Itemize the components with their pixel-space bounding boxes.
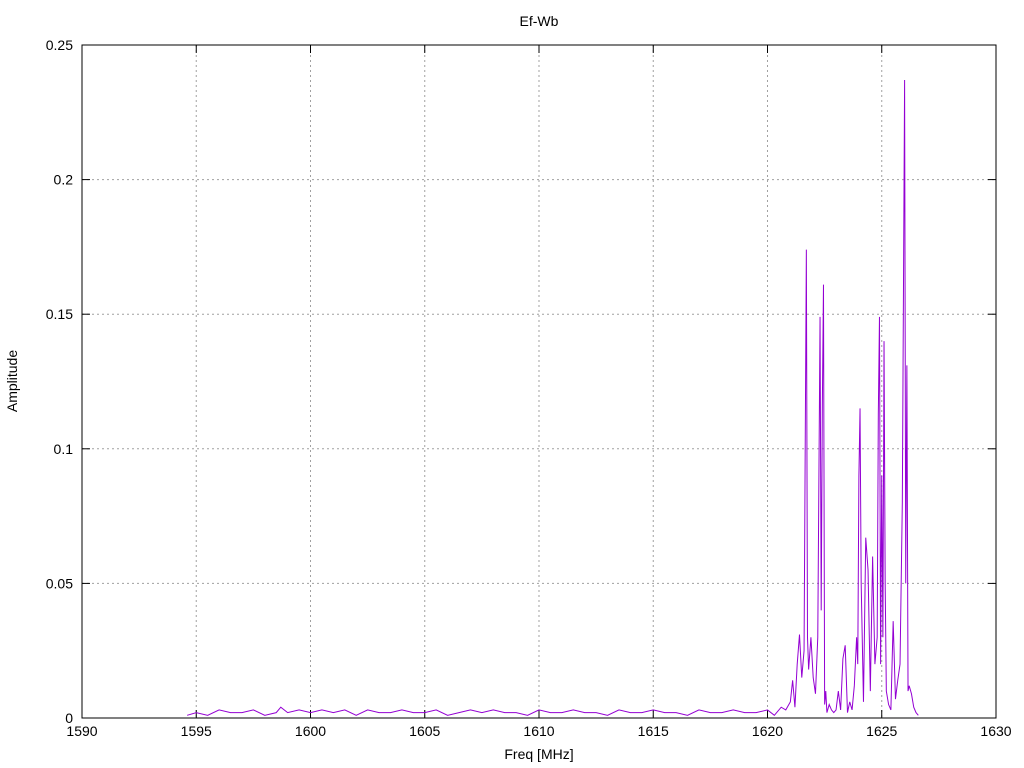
chart-container: Ef-Wb 1590 1595 1600 1605 1610 1615 1620 1625 16…	[0, 0, 1024, 768]
y-tick-label: 0.25	[46, 37, 73, 53]
grid-layer	[82, 45, 996, 718]
chart-title: Ef-Wb	[520, 13, 559, 29]
x-tick-label: 1620	[752, 723, 783, 739]
x-tick-label: 1595	[181, 723, 212, 739]
x-tick-label: 1600	[295, 723, 326, 739]
y-tick-label: 0.2	[54, 172, 74, 188]
y-tick-label: 0.05	[46, 575, 73, 591]
series-line	[186, 79, 919, 717]
y-tick-label: 0.15	[46, 306, 73, 322]
x-tick-label: 1605	[409, 723, 440, 739]
x-axis-label: Freq [MHz]	[504, 746, 573, 762]
y-tick-label: 0	[65, 710, 73, 726]
amplitude-spectrum-chart: Ef-Wb 1590 1595 1600 1605 1610 1615 1620 1625 16…	[4, 13, 1012, 762]
x-tick-label: 1615	[638, 723, 669, 739]
x-tick-label: 1625	[866, 723, 897, 739]
x-tick-label: 1630	[980, 723, 1011, 739]
x-tick-label: 1610	[523, 723, 554, 739]
tick-labels-layer: 1590 1595 1600 1605 1610 1615 1620 1625 163000.0…	[46, 37, 1012, 739]
y-tick-label: 0.1	[54, 441, 74, 457]
y-axis-label: Amplitude	[4, 350, 20, 412]
